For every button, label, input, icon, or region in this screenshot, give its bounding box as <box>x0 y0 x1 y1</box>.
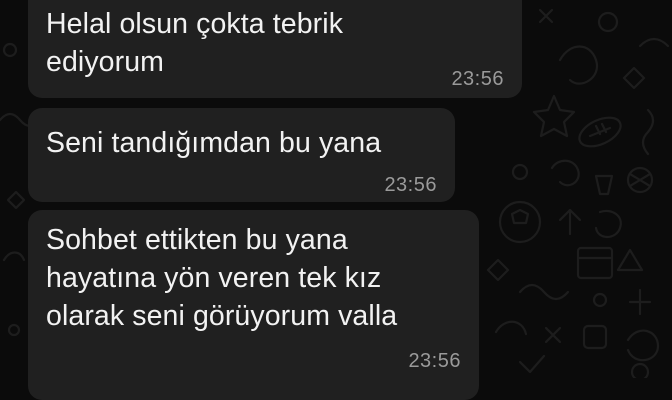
doodle-soccer-panel <box>510 208 530 225</box>
message-timestamp: 23:56 <box>408 350 461 372</box>
message-line: Helal olsun çokta tebrik <box>46 8 344 40</box>
doodle-triangle <box>616 248 644 272</box>
doodle-arc-3 <box>494 320 528 336</box>
doodle-blob <box>626 329 660 362</box>
doodle-circle <box>2 42 18 58</box>
doodle-diamond-2 <box>622 66 646 90</box>
message-text: Helal olsun çokta tebrik ediyorum <box>46 5 343 81</box>
doodle-arc-2 <box>638 37 670 48</box>
doodle-football-laces <box>588 122 612 138</box>
doodle-dot <box>7 323 21 337</box>
doodle-dot-2 <box>592 292 608 308</box>
message-line: Seni tandığımdan bu yana <box>46 127 382 159</box>
message-timestamp: 23:56 <box>384 174 437 196</box>
message-bubble[interactable]: Sohbet ettikten bu yana hayatına yön ver… <box>28 210 479 400</box>
doodle-diamond <box>6 190 26 210</box>
doodle-arrow <box>558 208 582 236</box>
doodle-cloud <box>550 159 580 187</box>
message-text: Seni tandığımdan bu yana <box>46 124 381 162</box>
doodle-wave-2 <box>518 283 570 301</box>
message-line: ediyorum <box>46 46 165 78</box>
doodle-arc <box>2 251 26 262</box>
doodle-circle-2 <box>511 163 529 181</box>
doodle-cup <box>594 174 614 196</box>
doodle-x-2 <box>544 326 562 344</box>
message-bubble[interactable]: Seni tandığımdan bu yana 23:56 <box>28 108 455 202</box>
doodle-ring-2 <box>630 362 650 378</box>
message-bubble[interactable]: Helal olsun çokta tebrik ediyorum 23:56 <box>28 0 522 98</box>
doodle-x <box>538 8 554 24</box>
doodle-star <box>532 94 576 138</box>
doodle-square <box>582 324 608 350</box>
doodle-ball-lines <box>628 172 652 188</box>
doodle-check <box>518 354 546 374</box>
doodle-diamond-3 <box>486 258 510 282</box>
doodle-squiggle <box>641 108 655 156</box>
message-line: olarak seni görüyorum valla <box>46 300 398 332</box>
doodle-plus <box>628 288 652 316</box>
message-line: Sohbet ettikten bu yana <box>46 224 348 256</box>
message-line: hayatına yön veren tek kız <box>46 262 382 294</box>
doodle-ring <box>597 11 619 33</box>
doodle-heart <box>558 45 599 85</box>
doodle-bean <box>594 209 622 239</box>
message-timestamp: 23:56 <box>451 68 504 90</box>
doodle-box <box>576 246 614 280</box>
message-text: Sohbet ettikten bu yana hayatına yön ver… <box>46 221 397 335</box>
